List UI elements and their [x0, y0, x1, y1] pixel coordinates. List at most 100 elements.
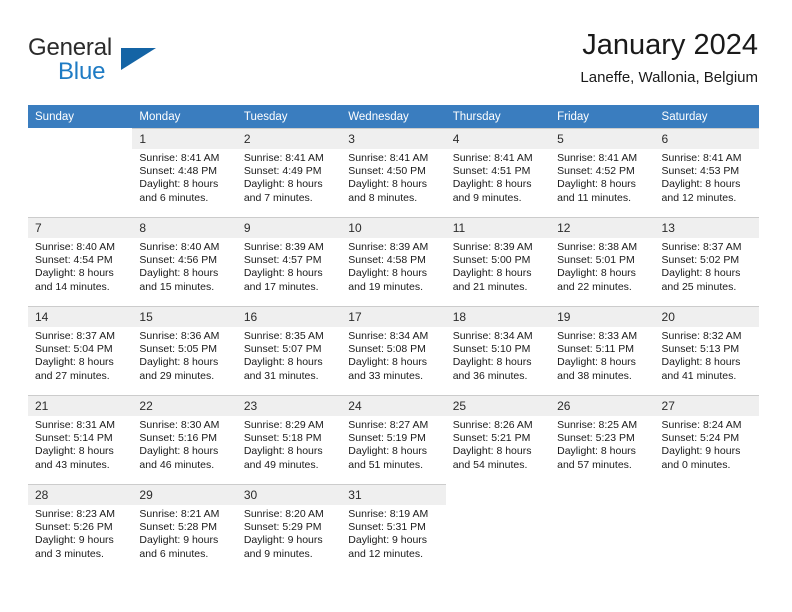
day-details: Sunrise: 8:19 AM Sunset: 5:31 PM Daylight:… — [341, 505, 445, 561]
sunset-text: Sunset: 5:16 PM — [139, 432, 218, 445]
day-cell[interactable]: 11 Sunrise: 8:39 AM Sunset: 5:00 PM Dayligh… — [445, 217, 551, 306]
sunset-text: Sunset: 5:10 PM — [452, 343, 531, 356]
day-cell[interactable]: 24 Sunrise: 8:27 AM Sunset: 5:19 PM Dayligh… — [341, 395, 446, 484]
sunrise-text: Sunrise: 8:40 AM — [35, 241, 115, 253]
day-cell[interactable]: 25 Sunrise: 8:26 AM Sunset: 5:21 PM Dayligh… — [445, 395, 551, 484]
day-cell[interactable]: 14 Sunrise: 8:37 AM Sunset: 5:04 PM Dayligh… — [28, 306, 133, 395]
day-number: 27 — [654, 396, 759, 416]
day-cell[interactable]: 15 Sunrise: 8:36 AM Sunset: 5:05 PM Dayligh… — [132, 306, 237, 395]
day-number: 3 — [341, 129, 446, 149]
weekday-header-sunday: Sunday — [28, 105, 133, 128]
day-cell[interactable]: 18 Sunrise: 8:34 AM Sunset: 5:10 PM Dayligh… — [445, 306, 551, 395]
sunset-text: Sunset: 5:19 PM — [348, 432, 426, 445]
day-cell[interactable]: 13 Sunrise: 8:37 AM Sunset: 5:02 PM Dayligh… — [654, 217, 759, 306]
sunrise-text: Sunrise: 8:24 AM — [661, 419, 742, 431]
calendar-cell: 2 Sunrise: 8:41 AM Sunset: 4:49 PM Daylight… — [236, 128, 342, 217]
day-details: Sunrise: 8:34 AM Sunset: 5:08 PM Daylight:… — [341, 327, 445, 383]
day-cell[interactable]: 3 Sunrise: 8:41 AM Sunset: 4:50 PM Daylight… — [341, 128, 446, 217]
day-cell[interactable]: 19 Sunrise: 8:33 AM Sunset: 5:11 PM Dayligh… — [550, 306, 655, 395]
day-number: 16 — [236, 307, 342, 327]
day-number: 20 — [654, 307, 759, 327]
calendar-week-row: 21 Sunrise: 8:31 AM Sunset: 5:14 PM Dayligh… — [28, 395, 759, 484]
sunset-text: Sunset: 5:07 PM — [243, 343, 322, 356]
daylight-text-line1: Daylight: 9 hours — [661, 445, 741, 458]
sunrise-text: Sunrise: 8:20 AM — [243, 508, 324, 520]
day-cell[interactable]: 12 Sunrise: 8:38 AM Sunset: 5:01 PM Dayligh… — [550, 217, 655, 306]
day-cell[interactable]: 8 Sunrise: 8:40 AM Sunset: 4:56 PM Daylight… — [132, 217, 237, 306]
day-number: 8 — [132, 218, 237, 238]
sunset-text: Sunset: 4:51 PM — [452, 165, 531, 178]
day-cell[interactable]: 27 Sunrise: 8:24 AM Sunset: 5:24 PM Dayligh… — [654, 395, 759, 484]
calendar-week-row: 28 Sunrise: 8:23 AM Sunset: 5:26 PM Dayligh… — [28, 484, 759, 573]
daylight-text-line1: Daylight: 9 hours — [35, 534, 114, 547]
day-cell[interactable]: 26 Sunrise: 8:25 AM Sunset: 5:23 PM Dayligh… — [550, 395, 655, 484]
daylight-text-line1: Daylight: 8 hours — [557, 445, 636, 458]
day-cell[interactable]: 23 Sunrise: 8:29 AM Sunset: 5:18 PM Dayligh… — [236, 395, 342, 484]
day-number: 4 — [445, 129, 551, 149]
day-cell[interactable]: 4 Sunrise: 8:41 AM Sunset: 4:51 PM Daylight… — [445, 128, 551, 217]
daylight-text-line1: Daylight: 8 hours — [557, 267, 636, 280]
calendar-cell — [446, 484, 550, 573]
day-number: 5 — [550, 129, 655, 149]
day-cell[interactable]: 10 Sunrise: 8:39 AM Sunset: 4:58 PM Dayligh… — [341, 217, 446, 306]
sunrise-text: Sunrise: 8:36 AM — [139, 330, 220, 342]
daylight-text-line2: and 38 minutes. — [557, 369, 632, 382]
day-cell[interactable]: 30 Sunrise: 8:20 AM Sunset: 5:29 PM Dayligh… — [236, 484, 342, 573]
daylight-text-line2: and 0 minutes. — [661, 458, 731, 471]
day-cell[interactable]: 17 Sunrise: 8:34 AM Sunset: 5:08 PM Dayligh… — [341, 306, 446, 395]
day-cell[interactable]: 2 Sunrise: 8:41 AM Sunset: 4:49 PM Daylight… — [236, 128, 342, 217]
calendar-cell: 21 Sunrise: 8:31 AM Sunset: 5:14 PM Dayligh… — [28, 395, 133, 484]
day-details: Sunrise: 8:34 AM Sunset: 5:10 PM Daylight:… — [446, 327, 550, 383]
calendar-cell: 7 Sunrise: 8:40 AM Sunset: 4:54 PM Daylight… — [28, 217, 133, 306]
sunset-text: Sunset: 4:54 PM — [35, 254, 113, 267]
day-cell[interactable]: 21 Sunrise: 8:31 AM Sunset: 5:14 PM Dayligh… — [28, 395, 133, 484]
page-header: General Blue January 2024 Laneffe, Wallo… — [28, 28, 758, 98]
weekday-header-saturday: Saturday — [654, 105, 759, 128]
day-cell[interactable]: 9 Sunrise: 8:39 AM Sunset: 4:57 PM Daylight… — [236, 217, 342, 306]
day-details: Sunrise: 8:35 AM Sunset: 5:07 PM Daylight:… — [237, 327, 341, 383]
calendar-cell: 19 Sunrise: 8:33 AM Sunset: 5:11 PM Dayligh… — [550, 306, 655, 395]
calendar-cell: 28 Sunrise: 8:23 AM Sunset: 5:26 PM Dayligh… — [28, 484, 133, 573]
day-details: Sunrise: 8:23 AM Sunset: 5:26 PM Daylight:… — [28, 505, 132, 561]
day-cell[interactable]: 1 Sunrise: 8:41 AM Sunset: 4:48 PM Daylight… — [132, 128, 237, 217]
day-cell[interactable]: 31 Sunrise: 8:19 AM Sunset: 5:31 PM Dayligh… — [341, 484, 446, 573]
sunrise-text: Sunrise: 8:39 AM — [452, 241, 533, 253]
daylight-text-line1: Daylight: 8 hours — [348, 267, 428, 280]
calendar-cell — [28, 128, 132, 217]
day-details: Sunrise: 8:32 AM Sunset: 5:13 PM Daylight:… — [655, 327, 759, 383]
calendar-body: 1 Sunrise: 8:41 AM Sunset: 4:48 PM Daylight… — [28, 128, 759, 573]
daylight-text-line2: and 19 minutes. — [348, 280, 423, 293]
day-cell[interactable]: 22 Sunrise: 8:30 AM Sunset: 5:16 PM Dayligh… — [132, 395, 237, 484]
daylight-text-line1: Daylight: 8 hours — [661, 178, 741, 191]
calendar-cell: 3 Sunrise: 8:41 AM Sunset: 4:50 PM Daylight… — [341, 128, 446, 217]
sunset-text: Sunset: 5:24 PM — [661, 432, 740, 445]
day-cell[interactable]: 7 Sunrise: 8:40 AM Sunset: 4:54 PM Daylight… — [28, 217, 133, 306]
sunset-text: Sunset: 4:56 PM — [139, 254, 218, 267]
day-cell[interactable]: 6 Sunrise: 8:41 AM Sunset: 4:53 PM Daylight… — [654, 128, 759, 217]
sunrise-text: Sunrise: 8:25 AM — [557, 419, 638, 431]
calendar-cell: 23 Sunrise: 8:29 AM Sunset: 5:18 PM Dayligh… — [236, 395, 342, 484]
daylight-text-line2: and 11 minutes. — [557, 191, 632, 204]
day-cell[interactable]: 16 Sunrise: 8:35 AM Sunset: 5:07 PM Dayligh… — [236, 306, 342, 395]
day-cell[interactable]: 28 Sunrise: 8:23 AM Sunset: 5:26 PM Dayligh… — [28, 484, 133, 573]
calendar-cell: 30 Sunrise: 8:20 AM Sunset: 5:29 PM Dayligh… — [236, 484, 342, 573]
calendar-cell: 26 Sunrise: 8:25 AM Sunset: 5:23 PM Dayligh… — [550, 395, 655, 484]
day-cell[interactable]: 20 Sunrise: 8:32 AM Sunset: 5:13 PM Dayligh… — [654, 306, 759, 395]
daylight-text-line1: Daylight: 8 hours — [243, 356, 323, 369]
calendar-cell: 9 Sunrise: 8:39 AM Sunset: 4:57 PM Daylight… — [236, 217, 342, 306]
day-number: 1 — [132, 129, 237, 149]
day-details: Sunrise: 8:40 AM Sunset: 4:56 PM Daylight:… — [132, 238, 236, 294]
sunset-text: Sunset: 5:26 PM — [35, 521, 113, 534]
sunset-text: Sunset: 5:05 PM — [139, 343, 218, 356]
daylight-text-line1: Daylight: 8 hours — [35, 267, 114, 280]
weekday-header-thursday: Thursday — [445, 105, 551, 128]
day-number: 22 — [132, 396, 237, 416]
day-cell[interactable]: 29 Sunrise: 8:21 AM Sunset: 5:28 PM Dayligh… — [132, 484, 237, 573]
general-blue-logo[interactable]: General Blue — [28, 34, 228, 90]
day-details: Sunrise: 8:36 AM Sunset: 5:05 PM Daylight:… — [132, 327, 236, 383]
calendar-page: General Blue January 2024 Laneffe, Wallo… — [0, 0, 792, 612]
calendar-cell: 11 Sunrise: 8:39 AM Sunset: 5:00 PM Dayligh… — [445, 217, 551, 306]
day-number: 25 — [445, 396, 551, 416]
calendar-cell: 8 Sunrise: 8:40 AM Sunset: 4:56 PM Daylight… — [132, 217, 237, 306]
day-cell[interactable]: 5 Sunrise: 8:41 AM Sunset: 4:52 PM Daylight… — [550, 128, 655, 217]
